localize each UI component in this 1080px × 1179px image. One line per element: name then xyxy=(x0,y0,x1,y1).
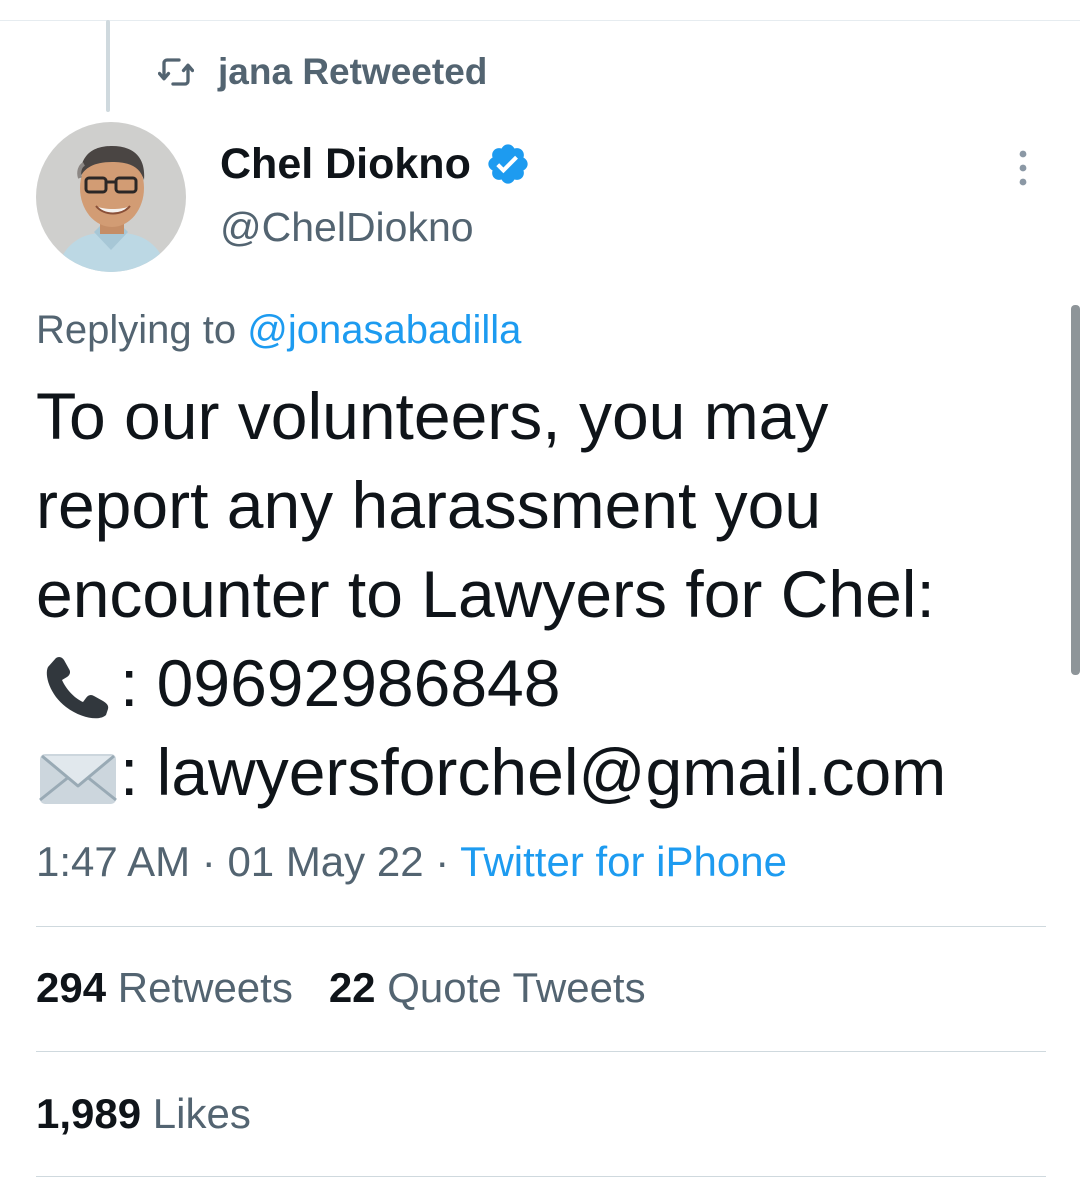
author-name-row: Chel Diokno xyxy=(220,136,531,192)
retweet-context[interactable]: jana Retweeted xyxy=(158,48,487,96)
quote-tweets-stat[interactable]: 22 Quote Tweets xyxy=(329,964,646,1011)
reply-mention-link[interactable]: @jonasabadilla xyxy=(247,308,521,352)
avatar[interactable] xyxy=(36,122,186,272)
author-handle[interactable]: @ChelDiokno xyxy=(220,204,531,251)
more-options-icon[interactable] xyxy=(1012,148,1034,188)
retweet-context-label: jana Retweeted xyxy=(218,51,488,92)
envelope-icon xyxy=(36,742,120,814)
author-display-name[interactable]: Chel Diokno xyxy=(220,140,471,189)
verified-badge-icon xyxy=(488,144,528,184)
replying-to: Replying to @jonasabadilla xyxy=(36,308,521,353)
quote-tweets-label: Quote Tweets xyxy=(387,964,646,1011)
thread-connector-line xyxy=(106,20,110,112)
likes-divider xyxy=(36,1176,1046,1177)
meta-divider xyxy=(36,926,1046,927)
phone-number[interactable]: : 09692986848 xyxy=(120,646,560,720)
retweet-icon xyxy=(158,58,194,86)
engagement-stats: 294 Retweets 22 Quote Tweets xyxy=(36,964,646,1012)
telephone-receiver-icon xyxy=(36,653,120,725)
tweet-time[interactable]: 1:47 AM xyxy=(36,838,190,885)
retweets-label: Retweets xyxy=(117,964,293,1011)
stats-divider xyxy=(36,1051,1046,1052)
likes-stat[interactable]: 1,989 Likes xyxy=(36,1090,251,1138)
quote-tweets-count: 22 xyxy=(328,964,376,1011)
tweet-line-3: encounter to Lawyers for Chel: xyxy=(36,557,935,631)
tweet-author: Chel Diokno @ChelDiokno xyxy=(220,136,531,251)
retweets-count: 294 xyxy=(36,964,107,1011)
tweet-phone-line: : 09692986848 xyxy=(36,639,946,728)
tweet-text: To our volunteers, you may report any ha… xyxy=(36,372,946,817)
tweet-line-1: To our volunteers, you may xyxy=(36,379,829,453)
tweet-email-line: : lawyersforchel@gmail.com xyxy=(36,728,946,817)
meta-separator-2: · xyxy=(423,838,461,885)
retweets-stat[interactable]: 294 Retweets xyxy=(36,964,293,1011)
scrollbar[interactable] xyxy=(1071,305,1080,675)
likes-count: 1,989 xyxy=(36,1090,142,1137)
tweet-source-link[interactable]: Twitter for iPhone xyxy=(460,838,787,885)
meta-separator-1: · xyxy=(190,838,228,885)
email-address[interactable]: : lawyersforchel@gmail.com xyxy=(120,735,946,809)
tweet-meta: 1:47 AM · 01 May 22 · Twitter for iPhone xyxy=(36,838,787,886)
top-divider xyxy=(0,20,1080,21)
tweet-line-2: report any harassment you xyxy=(36,468,822,542)
tweet-date[interactable]: 01 May 22 xyxy=(227,838,423,885)
replying-to-prefix: Replying to xyxy=(36,308,237,352)
avatar-photo xyxy=(36,122,186,272)
likes-label: Likes xyxy=(152,1090,251,1137)
